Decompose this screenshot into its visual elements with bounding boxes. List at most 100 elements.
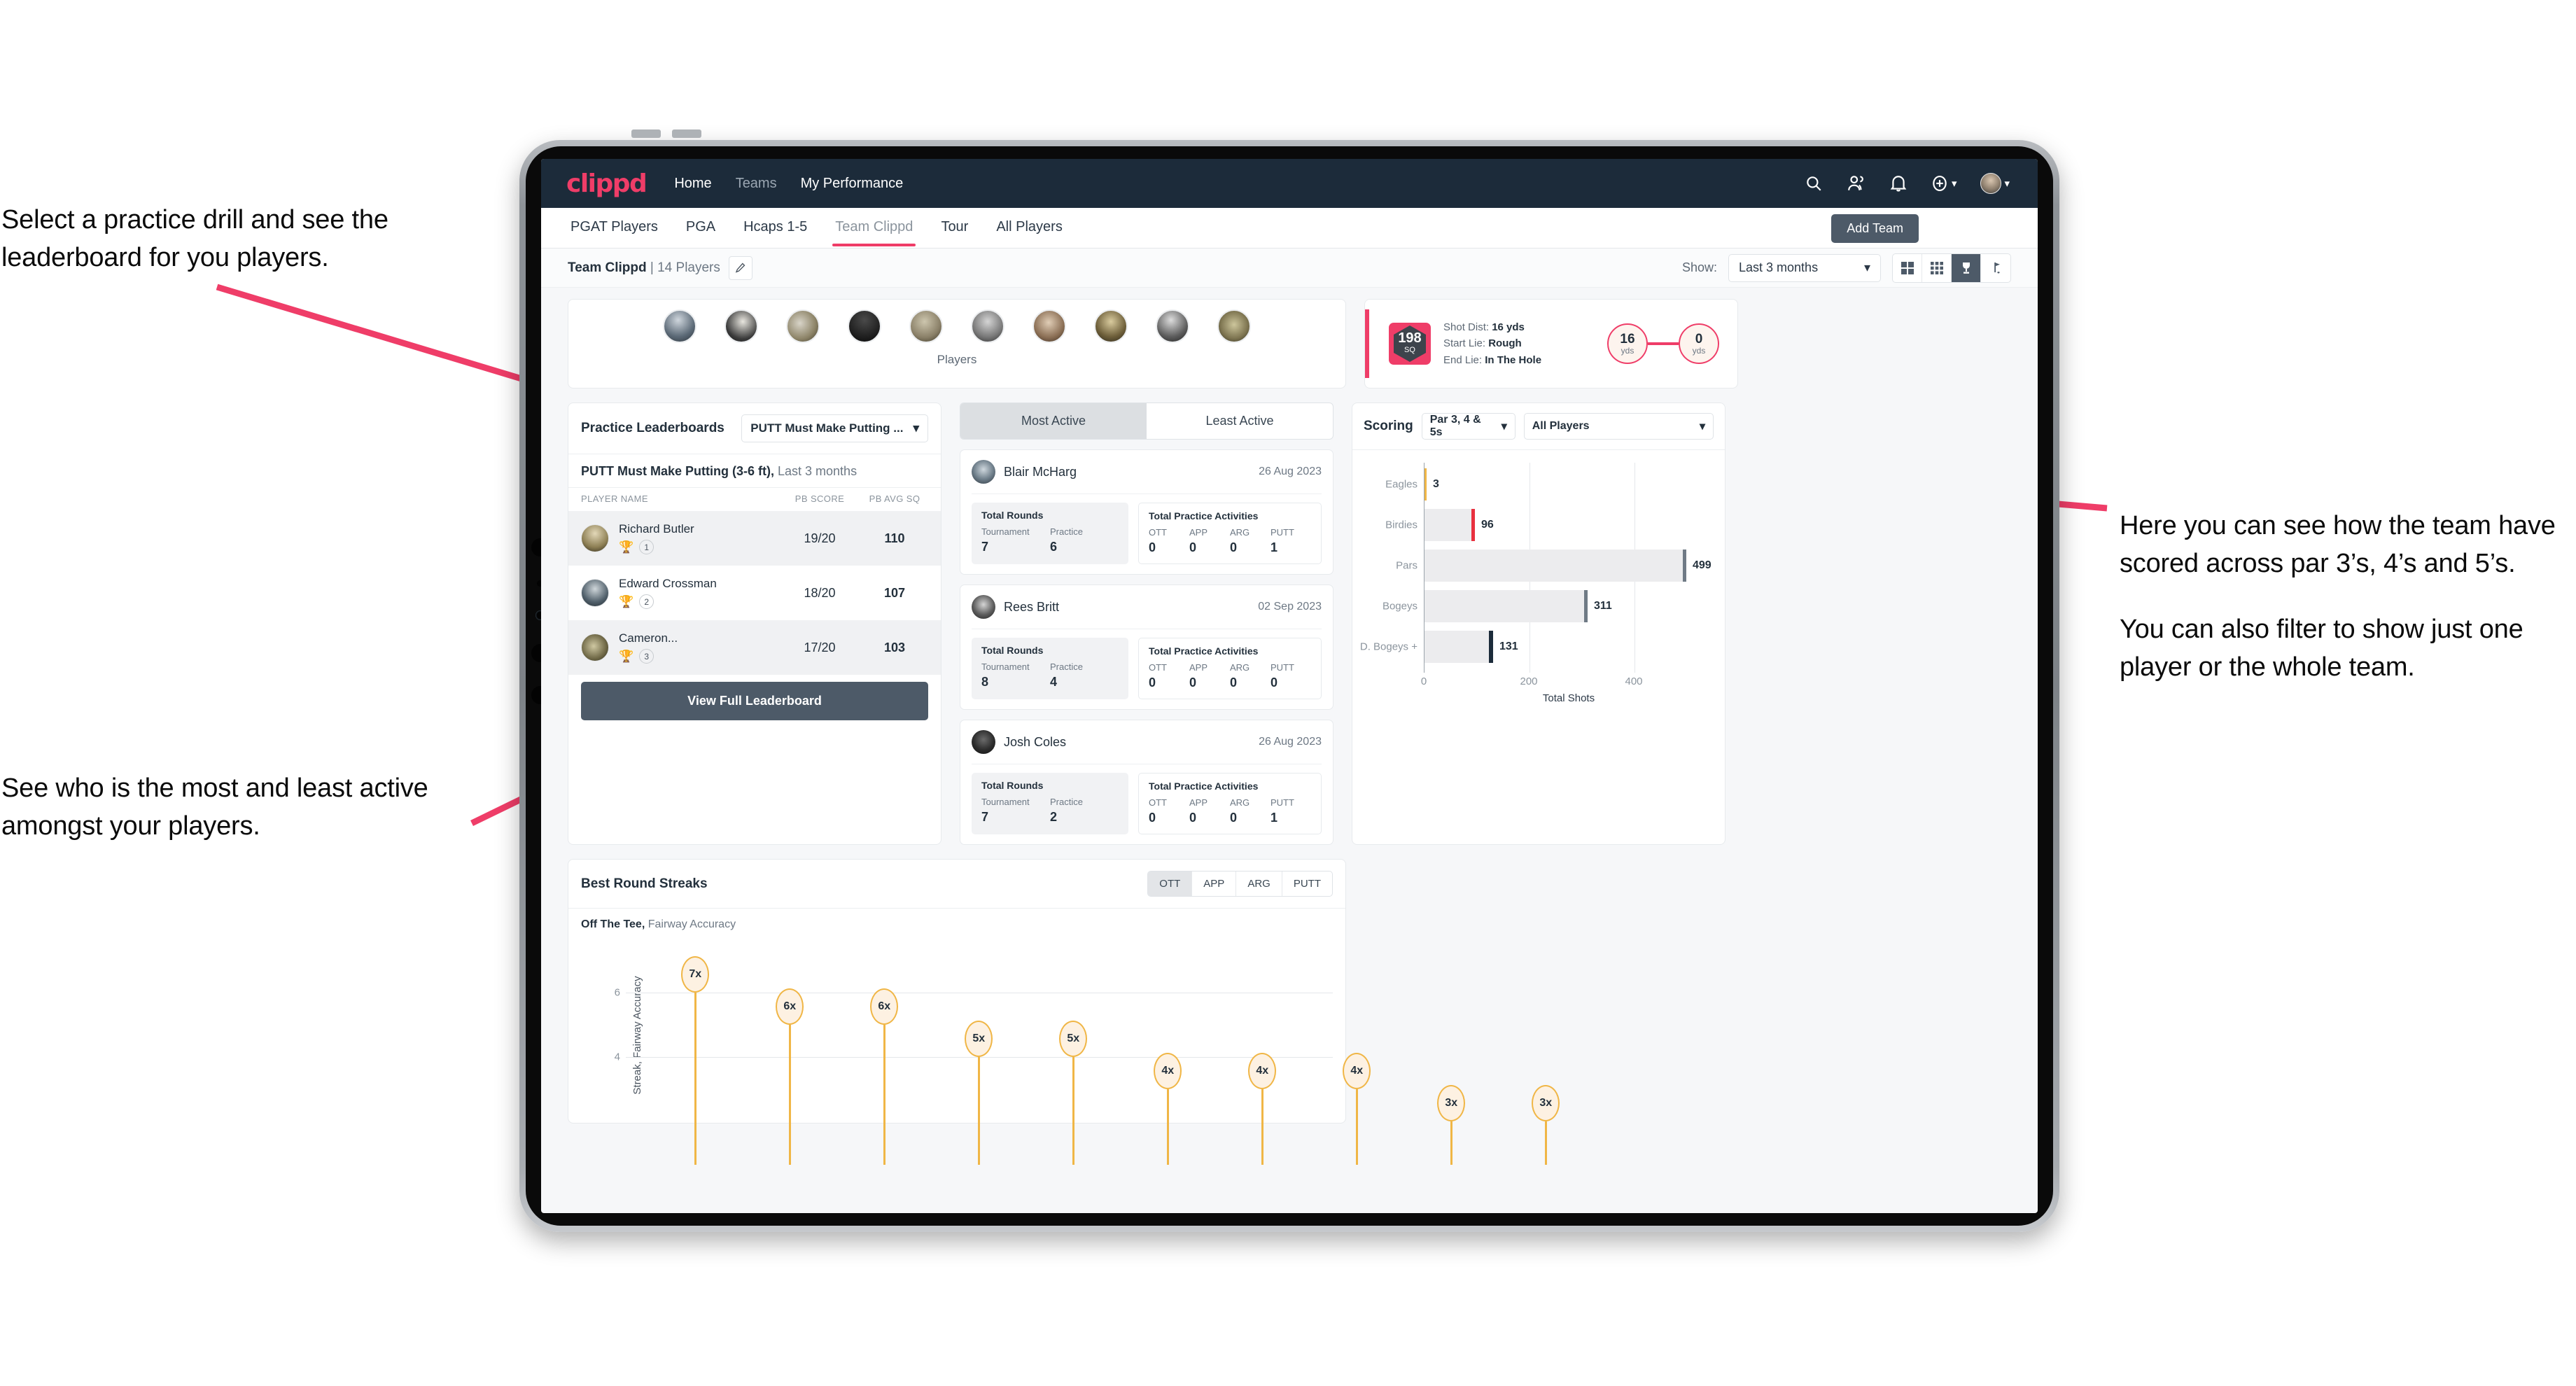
player-avatar[interactable] (1032, 309, 1066, 343)
avatar[interactable] (1980, 173, 2002, 194)
streaks-ytick-6: 6 (614, 986, 620, 999)
bar-label-bogeys: Bogeys (1382, 600, 1418, 612)
player-avatar[interactable] (724, 309, 758, 343)
streak-lollipop[interactable]: 4x (1248, 1053, 1277, 1165)
end-distance-bubble: 0 yds (1679, 323, 1719, 364)
bar-label-double-bogeys: D. Bogeys + (1359, 640, 1418, 653)
avatar (581, 524, 609, 552)
view-toggle-grid-small[interactable] (1922, 253, 1952, 282)
streaks-plot-area: Streak, Fairway Accuracy 6 4 7x 6x 6x 5x (610, 948, 1560, 1165)
streak-lollipop[interactable]: 6x (776, 988, 804, 1165)
table-row[interactable]: Richard Butler 🏆 1 19/20 110 (568, 511, 941, 566)
bar-cap (1489, 631, 1493, 663)
profile-menu[interactable]: ▾ (1980, 173, 2010, 194)
tab-most-active[interactable]: Most Active (960, 403, 1147, 439)
streak-lollipop[interactable]: 6x (870, 988, 899, 1165)
streak-bubble: 4x (1343, 1053, 1371, 1089)
activity-item-body: Total Rounds Tournament 7 Practice 2 Total… (972, 764, 1322, 834)
player-avatar[interactable] (1217, 309, 1251, 343)
total-rounds-box: Total Rounds Tournament 7 Practice 2 (972, 773, 1128, 834)
table-row[interactable]: Edward Crossman 🏆 2 18/20 107 (568, 566, 941, 620)
player-rank-meta: 🏆 3 (619, 649, 778, 664)
clippd-logo[interactable]: clippd (566, 169, 648, 198)
sq-unit: SQ (1404, 346, 1415, 355)
add-team-button[interactable]: Add Team (1831, 214, 1919, 243)
bar-fill (1424, 550, 1686, 582)
start-distance-bubble: 16 yds (1607, 323, 1648, 364)
team-player-count: 14 Players (657, 260, 720, 275)
pb-score: 17/20 (804, 640, 836, 654)
player-avatar[interactable] (848, 309, 881, 343)
rounds-values: Tournament 7 Practice 2 (981, 797, 1119, 825)
view-toggle-grid-large[interactable] (1893, 253, 1922, 282)
players-strip-label: Players (937, 353, 977, 366)
table-row[interactable]: Cameron... 🏆 3 17/20 103 (568, 620, 941, 675)
trophy-icon: 🏆 (619, 650, 634, 663)
bell-icon[interactable] (1890, 174, 1907, 192)
tab-pgat-players[interactable]: PGAT Players (568, 209, 661, 246)
pencil-icon (736, 262, 746, 273)
drill-select[interactable]: PUTT Must Make Putting ... ▾ (741, 414, 928, 442)
date-range-select[interactable]: Last 3 months ▾ (1728, 253, 1881, 282)
nav-link-teams[interactable]: Teams (736, 176, 777, 192)
streak-lollipop[interactable]: 3x (1532, 1085, 1560, 1165)
activity-item-header: Rees Britt 02 Sep 2023 (972, 595, 1322, 619)
tab-hcaps-1-5[interactable]: Hcaps 1-5 (741, 209, 810, 246)
tournament-value: 8 (981, 675, 989, 689)
tab-all-players[interactable]: All Players (993, 209, 1065, 246)
streaks-tab-app[interactable]: APP (1192, 872, 1237, 896)
player-avatar[interactable] (971, 309, 1004, 343)
tournament-value: 7 (981, 540, 989, 554)
edit-team-button[interactable] (728, 255, 752, 280)
player-filter-select[interactable]: All Players ▾ (1523, 413, 1714, 440)
bar-label-pars: Pars (1396, 559, 1418, 572)
col-player-name: PLAYER NAME (581, 493, 648, 504)
search-icon[interactable] (1805, 174, 1823, 192)
subheader-controls: Show: Last 3 months ▾ (1682, 253, 2011, 283)
par-filter-select[interactable]: Par 3, 4 & 5s ▾ (1421, 413, 1516, 440)
bar-birdies: Birdies 96 (1385, 509, 1714, 541)
list-item[interactable]: Josh Coles 26 Aug 2023 Total Rounds Tour… (960, 720, 1334, 845)
view-toggle-trophy[interactable] (1952, 253, 1981, 282)
nav-link-home[interactable]: Home (674, 176, 711, 192)
list-item[interactable]: Blair McHarg 26 Aug 2023 Total Rounds To… (960, 449, 1334, 575)
player-avatar[interactable] (1094, 309, 1128, 343)
streak-lollipop[interactable]: 5x (965, 1021, 993, 1165)
list-item[interactable]: Rees Britt 02 Sep 2023 Total Rounds Tour… (960, 584, 1334, 710)
player-avatar[interactable] (1156, 309, 1189, 343)
total-rounds-header: Total Rounds (981, 510, 1044, 521)
streak-lollipop[interactable]: 4x (1154, 1053, 1182, 1165)
player-avatar[interactable] (663, 309, 696, 343)
player-avatar[interactable] (786, 309, 820, 343)
start-distance-value: 16 (1620, 331, 1635, 346)
nav-link-my-performance[interactable]: My Performance (801, 176, 904, 192)
view-toggle-golf-flag[interactable] (1981, 254, 2010, 282)
players-strip-card: Players (568, 299, 1346, 388)
tab-least-active[interactable]: Least Active (1147, 403, 1333, 439)
avatar (972, 730, 995, 754)
plus-circle-icon[interactable] (1931, 174, 1949, 192)
streaks-tab-arg[interactable]: ARG (1236, 872, 1282, 896)
hexagon-shape: 198 SQ (1394, 326, 1426, 362)
player-avatar[interactable] (909, 309, 943, 343)
streaks-tab-ott[interactable]: OTT (1148, 872, 1193, 896)
streaks-tab-putt[interactable]: PUTT (1282, 872, 1332, 896)
tab-team-clippd[interactable]: Team Clippd (832, 209, 916, 246)
streak-lollipop[interactable]: 7x (681, 956, 710, 1165)
practice-values: OTT 0 APP 0 ARG 0 PUTT 1 (1149, 527, 1311, 555)
view-full-leaderboard-button[interactable]: View Full Leaderboard (581, 682, 928, 720)
tab-pga[interactable]: PGA (683, 209, 718, 246)
streak-lollipop[interactable]: 5x (1059, 1021, 1088, 1165)
practice-stat: Practice 2 (1050, 797, 1119, 825)
people-icon[interactable] (1847, 174, 1866, 192)
streak-lollipop[interactable]: 4x (1343, 1053, 1371, 1165)
add-menu[interactable]: ▾ (1931, 174, 1956, 192)
avatar (972, 460, 995, 484)
tab-tour[interactable]: Tour (938, 209, 971, 246)
bar-cap (1584, 590, 1588, 622)
bar-fill (1424, 631, 1493, 663)
player-name: Edward Crossman (619, 577, 717, 590)
tournament-label: Tournament (981, 526, 1030, 537)
shot-dist-label: Shot Dist: (1443, 321, 1490, 334)
streak-lollipop[interactable]: 3x (1437, 1085, 1466, 1165)
